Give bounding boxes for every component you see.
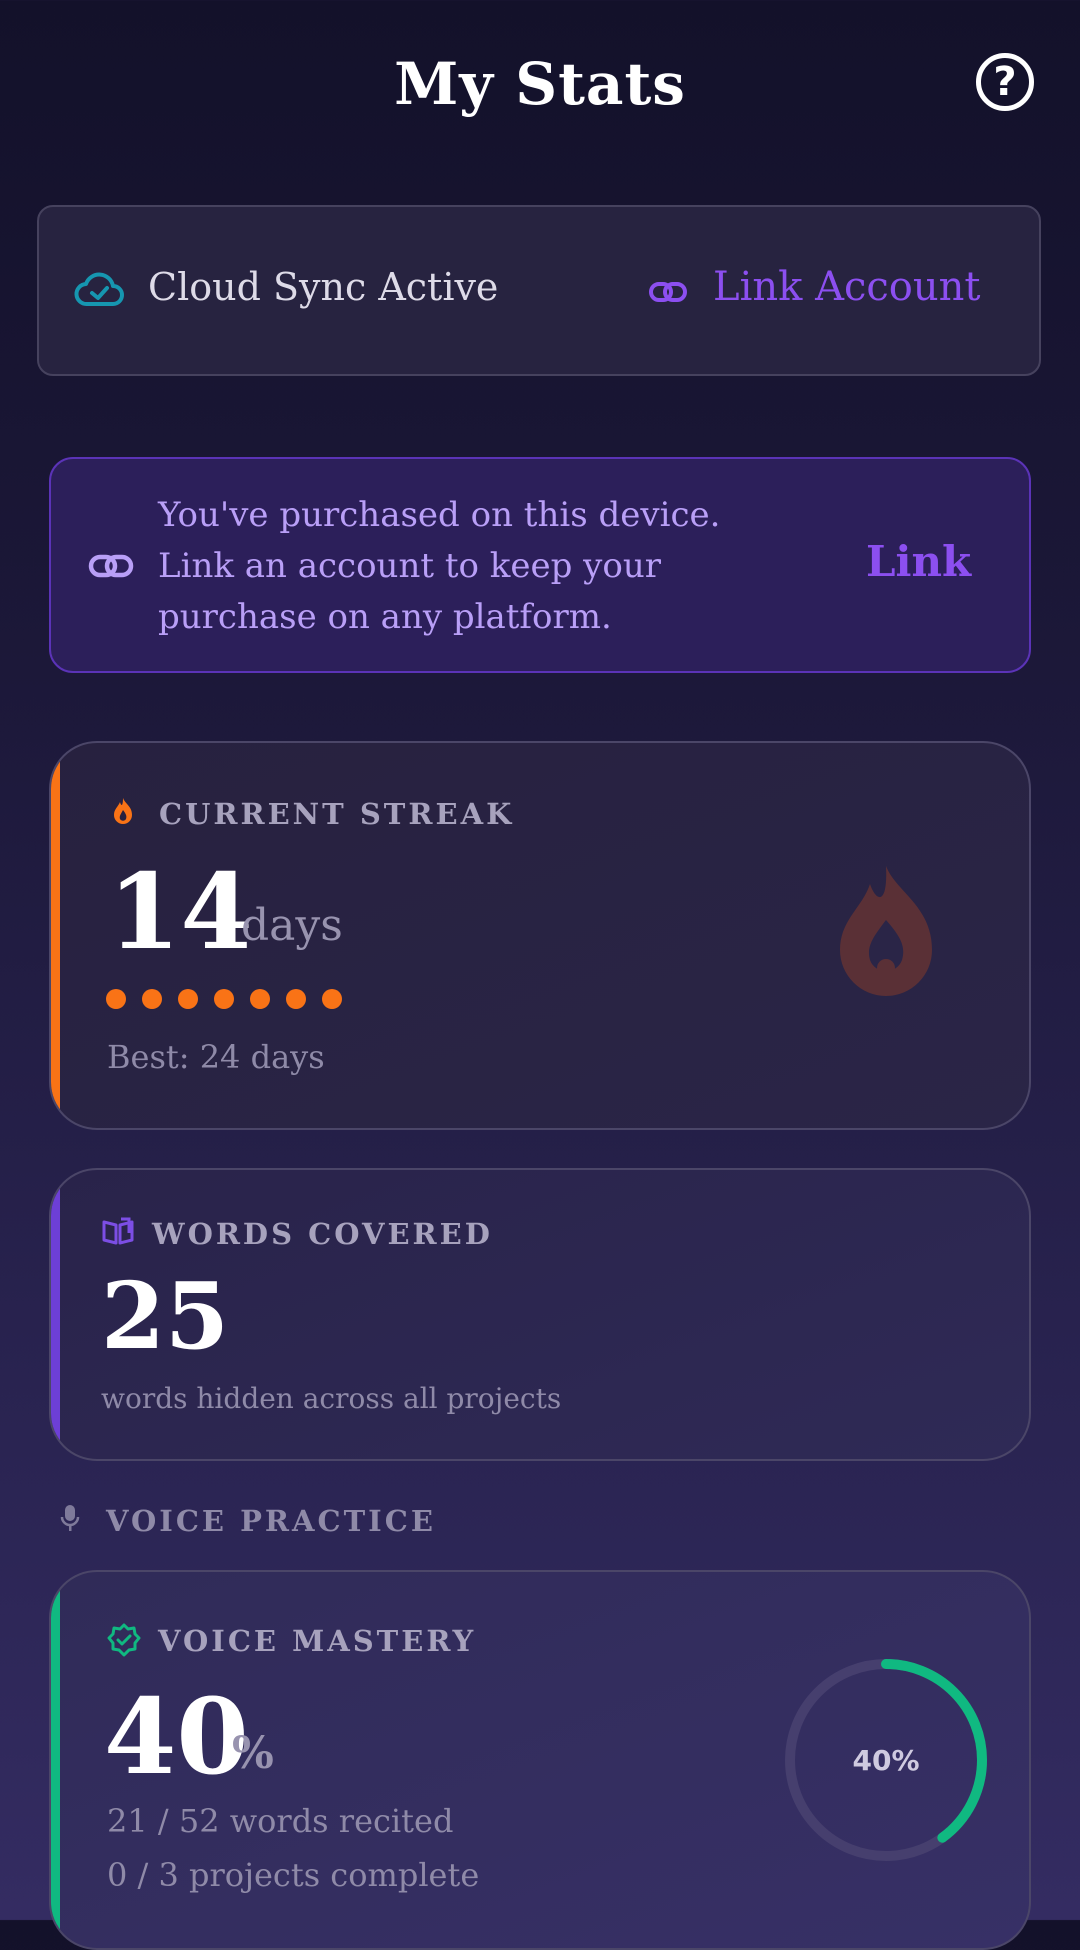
link-button[interactable]: Link: [866, 537, 971, 586]
words-label: WORDS COVERED: [152, 1217, 493, 1251]
words-caption: words hidden across all projects: [101, 1382, 562, 1415]
words-accent-bar: [51, 1170, 60, 1459]
streak-dot: [322, 989, 342, 1009]
voice-practice-heading: VOICE PRACTICE: [106, 1504, 436, 1538]
streak-unit: days: [241, 900, 343, 951]
words-recited: 21 / 52 words recited: [107, 1802, 454, 1840]
words-value: 25: [101, 1262, 230, 1370]
open-book-icon: [102, 1217, 134, 1245]
voice-mastery-value: 40: [104, 1675, 249, 1798]
purchase-message: You've purchased on this device. Link an…: [158, 495, 721, 637]
projects-complete: 0 / 3 projects complete: [107, 1856, 480, 1894]
streak-accent-bar: [51, 743, 60, 1128]
streak-value: 14: [108, 850, 253, 973]
microphone-icon: [60, 1505, 80, 1531]
flame-watermark-icon: [840, 866, 932, 996]
voice-accent-bar: [51, 1572, 60, 1948]
flame-icon: [114, 798, 132, 824]
streak-dot: [142, 989, 162, 1009]
streak-dot: [250, 989, 270, 1009]
cloud-check-icon: [74, 272, 124, 306]
voice-mastery-unit: %: [232, 1728, 274, 1779]
best-streak: Best: 24 days: [107, 1038, 325, 1076]
streak-dot: [106, 989, 126, 1009]
voice-mastery-label: VOICE MASTERY: [158, 1624, 477, 1658]
sync-status-label: Cloud Sync Active: [148, 265, 499, 309]
streak-dot: [214, 989, 234, 1009]
streak-dot: [286, 989, 306, 1009]
mastery-ring-label: 40%: [852, 1744, 920, 1777]
link-icon[interactable]: [648, 272, 688, 312]
streak-label: CURRENT STREAK: [159, 797, 515, 831]
link-icon: [88, 554, 134, 578]
streak-dot: [178, 989, 198, 1009]
question-circle-icon[interactable]: ?: [976, 53, 1034, 111]
page-title: My Stats: [394, 50, 686, 118]
link-account-button[interactable]: Link Account: [713, 264, 980, 310]
streak-dots: [106, 989, 342, 1009]
verified-badge-icon: [107, 1623, 141, 1657]
